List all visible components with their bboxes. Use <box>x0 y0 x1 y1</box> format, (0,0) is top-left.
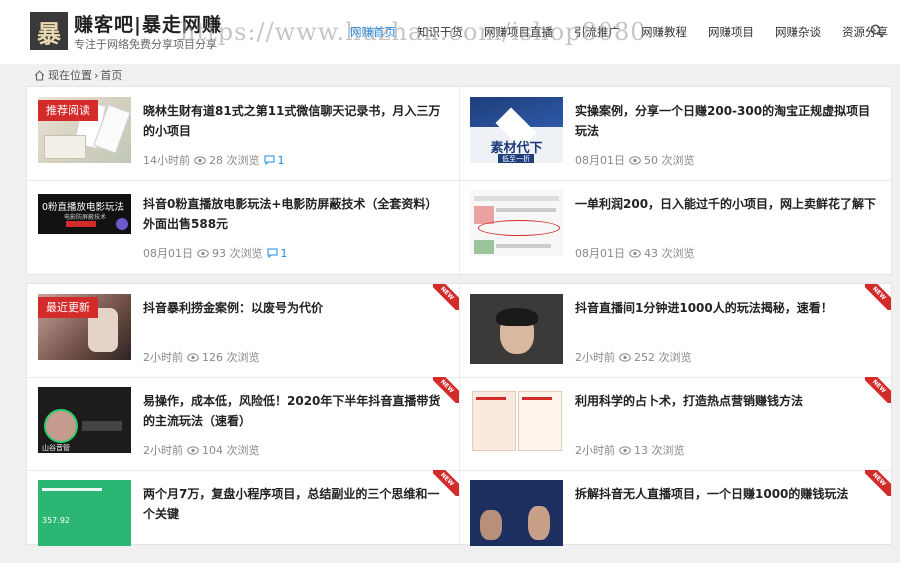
eye-icon <box>619 445 631 455</box>
eye-icon <box>187 352 199 362</box>
eye-icon <box>187 445 199 455</box>
post-comments[interactable]: 1 <box>278 154 285 167</box>
post-thumbnail[interactable]: 素材代下 低至一折 <box>470 97 563 163</box>
post-views: 93 次浏览 <box>212 247 263 260</box>
post-meta: 2小时前 13 次浏览 <box>575 442 685 458</box>
comment-icon[interactable] <box>264 155 275 165</box>
site-title[interactable]: 赚客吧|暴走网赚 <box>74 10 222 37</box>
post-title[interactable]: 抖音暴利捞金案例：以废号为代价 <box>143 298 448 318</box>
post-title[interactable]: 易操作，成本低，风险低！2020年下半年抖音直播带货的主流玩法（速看） <box>143 391 448 431</box>
list-item[interactable]: 0粉直播放电影玩法 电影防屏蔽技术 抖音0粉直播放电影玩法+电影防屏蔽技术（全套… <box>27 180 459 273</box>
post-thumbnail[interactable]: 0粉直播放电影玩法 电影防屏蔽技术 <box>38 194 131 234</box>
post-time: 2小时前 <box>575 444 615 457</box>
post-title[interactable]: 拆解抖音无人直播项目，一个日赚1000的赚钱玩法 <box>575 484 880 504</box>
post-meta: 08月01日 43 次浏览 <box>575 245 695 261</box>
nav-item-live[interactable]: 网赚项目直播 <box>484 24 553 40</box>
thumbnail-text: 0粉直播放电影玩法 <box>42 202 125 213</box>
post-views: 104 次浏览 <box>202 444 260 457</box>
post-thumbnail[interactable] <box>470 387 563 453</box>
eye-icon <box>629 248 641 258</box>
thumbnail-subtext: 电影防屏蔽技术 <box>64 214 107 221</box>
post-title[interactable]: 晓林生财有道81式之第11式微信聊天记录书，月入三万的小项目 <box>143 101 448 141</box>
breadcrumb-label: 现在位置 <box>48 69 92 82</box>
post-thumbnail[interactable]: 山谷音管 <box>38 387 131 453</box>
latest-panel: 最近更新 NEW 抖音暴利捞金案例：以废号为代价 2小时前 126 次浏览 NE… <box>26 283 892 546</box>
site-logo[interactable]: 暴 <box>30 12 68 50</box>
post-meta: 08月01日 50 次浏览 <box>575 152 695 168</box>
list-item[interactable]: 山谷音管 NEW 易操作，成本低，风险低！2020年下半年抖音直播带货的主流玩法… <box>27 377 459 470</box>
post-title[interactable]: 实操案例，分享一个日赚200-300的淘宝正规虚拟项目玩法 <box>575 101 880 141</box>
nav-item-talk[interactable]: 网赚杂谈 <box>775 24 821 40</box>
post-meta: 14小时前 28 次浏览 1 <box>143 152 285 168</box>
thumbnail-text: 山谷音管 <box>42 444 70 452</box>
breadcrumb-separator: › <box>94 68 99 82</box>
list-item[interactable]: 357.92 NEW 两个月7万，复盘小程序项目，总结副业的三个思维和一个关键 <box>27 470 459 563</box>
breadcrumb: 现在位置 › 首页 <box>34 66 122 84</box>
post-time: 08月01日 <box>575 154 625 167</box>
eye-icon <box>197 248 209 258</box>
site-subtitle: 专注于网络免费分享项目分享 <box>74 38 217 51</box>
site-header: 暴 赚客吧|暴走网赚 专注于网络免费分享项目分享 网赚首页 知识干货 网赚项目直… <box>0 0 900 64</box>
nav-item-knowledge[interactable]: 知识干货 <box>417 24 463 40</box>
post-views: 43 次浏览 <box>644 247 695 260</box>
post-time: 2小时前 <box>143 351 183 364</box>
thumbnail-text: 357.92 <box>42 516 70 525</box>
search-icon[interactable] <box>870 24 884 38</box>
post-time: 2小时前 <box>143 444 183 457</box>
comment-icon[interactable] <box>267 248 278 258</box>
list-item[interactable]: 最近更新 NEW 抖音暴利捞金案例：以废号为代价 2小时前 126 次浏览 <box>27 284 459 377</box>
logo-char: 暴 <box>37 19 61 48</box>
post-time: 14小时前 <box>143 154 190 167</box>
post-meta: 2小时前 126 次浏览 <box>143 349 260 365</box>
post-title[interactable]: 抖音直播间1分钟进1000人的玩法揭秘，速看！ <box>575 298 880 318</box>
post-thumbnail[interactable] <box>470 480 563 546</box>
thumbnail-subtext: 低至一折 <box>498 154 534 163</box>
home-icon <box>34 69 45 81</box>
list-item[interactable]: NEW 拆解抖音无人直播项目，一个日赚1000的赚钱玩法 <box>459 470 891 563</box>
list-item[interactable]: 推荐阅读 晓林生财有道81式之第11式微信聊天记录书，月入三万的小项目 14小时… <box>27 87 459 180</box>
post-views: 252 次浏览 <box>634 351 692 364</box>
post-title[interactable]: 抖音0粉直播放电影玩法+电影防屏蔽技术（全套资料）外面出售588元 <box>143 194 448 234</box>
latest-badge: 最近更新 <box>38 297 98 318</box>
post-time: 2小时前 <box>575 351 615 364</box>
list-item[interactable]: 素材代下 低至一折 实操案例，分享一个日赚200-300的淘宝正规虚拟项目玩法 … <box>459 87 891 180</box>
post-views: 13 次浏览 <box>634 444 685 457</box>
post-title[interactable]: 一单利润200，日入能过千的小项目，网上卖鲜花了解下 <box>575 194 880 214</box>
list-item[interactable]: NEW 抖音直播间1分钟进1000人的玩法揭秘，速看！ 2小时前 252 次浏览 <box>459 284 891 377</box>
nav-item-projects[interactable]: 网赚项目 <box>708 24 754 40</box>
post-thumbnail[interactable] <box>470 294 563 364</box>
nav-item-tutorial[interactable]: 网赚教程 <box>641 24 687 40</box>
post-meta: 08月01日 93 次浏览 1 <box>143 245 288 261</box>
post-title[interactable]: 两个月7万，复盘小程序项目，总结副业的三个思维和一个关键 <box>143 484 448 524</box>
post-views: 28 次浏览 <box>209 154 260 167</box>
eye-icon <box>194 155 206 165</box>
main-nav: 网赚首页 知识干货 网赚项目直播 引流推广 网赚教程 网赚项目 网赚杂谈 资源分… <box>350 0 900 64</box>
post-thumbnail[interactable]: 357.92 <box>38 480 131 546</box>
post-meta: 2小时前 252 次浏览 <box>575 349 692 365</box>
post-time: 08月01日 <box>575 247 625 260</box>
post-thumbnail[interactable] <box>470 190 563 256</box>
post-views: 50 次浏览 <box>644 154 695 167</box>
post-time: 08月01日 <box>143 247 193 260</box>
eye-icon <box>619 352 631 362</box>
list-item[interactable]: NEW 利用科学的占卜术，打造热点营销赚钱方法 2小时前 13 次浏览 <box>459 377 891 470</box>
breadcrumb-current[interactable]: 首页 <box>100 67 122 83</box>
list-item[interactable]: 一单利润200，日入能过千的小项目，网上卖鲜花了解下 08月01日 43 次浏览 <box>459 180 891 273</box>
recommend-panel: 推荐阅读 晓林生财有道81式之第11式微信聊天记录书，月入三万的小项目 14小时… <box>26 86 892 275</box>
nav-item-home[interactable]: 网赚首页 <box>350 24 396 40</box>
nav-item-traffic[interactable]: 引流推广 <box>574 24 620 40</box>
eye-icon <box>629 155 641 165</box>
post-meta: 2小时前 104 次浏览 <box>143 442 260 458</box>
post-title[interactable]: 利用科学的占卜术，打造热点营销赚钱方法 <box>575 391 880 411</box>
post-views: 126 次浏览 <box>202 351 260 364</box>
post-comments[interactable]: 1 <box>281 247 288 260</box>
recommend-badge: 推荐阅读 <box>38 100 98 121</box>
